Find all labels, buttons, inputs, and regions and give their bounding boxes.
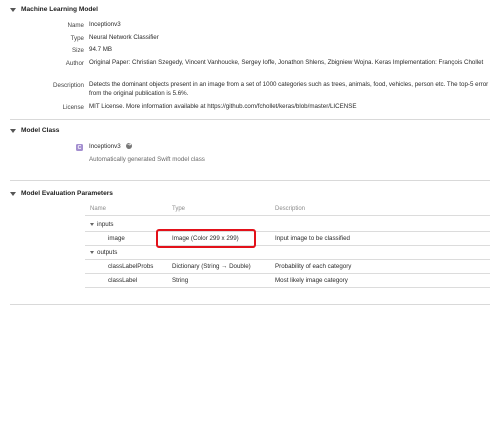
size-label: Size	[71, 47, 84, 54]
name-label: Name	[67, 22, 84, 29]
evaluation-section-header[interactable]: Model Evaluation Parameters	[10, 190, 113, 197]
column-header-description[interactable]: Description	[275, 203, 305, 215]
param-type: Dictionary (String → Double)	[172, 263, 251, 270]
jump-to-definition-icon[interactable]: ➜	[126, 143, 133, 150]
type-label: Type	[70, 35, 84, 42]
column-header-name[interactable]: Name	[90, 203, 106, 215]
outputs-group-label: outputs	[97, 249, 118, 256]
license-label: License	[62, 104, 84, 111]
model-class-section-title: Model Class	[21, 127, 60, 134]
expand-triangle-icon[interactable]	[90, 250, 94, 254]
param-name: classLabelProbs	[108, 263, 154, 270]
highlight-annotation-box	[156, 229, 256, 248]
model-class-section-header[interactable]: Model Class	[10, 127, 59, 134]
param-type: String	[172, 277, 189, 284]
swift-class-icon: C	[76, 144, 83, 151]
description-value: Detects the dominant objects present in …	[89, 81, 489, 97]
ml-model-section-header[interactable]: Machine Learning Model	[10, 6, 98, 13]
table-row[interactable]: classLabelProbs Dictionary (String → Dou…	[85, 261, 490, 274]
param-description: Input image to be classified	[275, 235, 350, 242]
section-divider	[10, 304, 490, 305]
name-value: Inceptionv3	[89, 21, 121, 28]
description-label: Description	[53, 82, 84, 89]
inputs-group-row[interactable]: inputs	[85, 219, 490, 232]
type-value: Neural Network Classifier	[89, 34, 159, 41]
section-divider	[10, 119, 490, 120]
inputs-group-label: inputs	[97, 221, 114, 228]
param-name: image	[108, 235, 125, 242]
expand-triangle-icon[interactable]	[90, 222, 94, 226]
model-class-note: Automatically generated Swift model clas…	[89, 156, 205, 163]
inputs-group[interactable]: inputs	[90, 219, 114, 231]
author-value: Original Paper: Christian Szegedy, Vince…	[89, 59, 484, 66]
column-header-type[interactable]: Type	[172, 203, 185, 215]
size-value: 94.7 MB	[89, 46, 113, 53]
table-header-row: Name Type Description	[85, 203, 490, 216]
table-row[interactable]: image Image (Color 299 x 299) Input imag…	[85, 233, 490, 246]
model-class-link[interactable]: Inceptionv3 ➜	[89, 143, 489, 152]
disclosure-triangle-icon[interactable]	[10, 191, 16, 196]
disclosure-triangle-icon[interactable]	[10, 7, 16, 12]
outputs-group-row[interactable]: outputs	[85, 247, 490, 260]
param-description: Probability of each category	[275, 263, 352, 270]
evaluation-section-title: Model Evaluation Parameters	[21, 190, 113, 197]
outputs-group[interactable]: outputs	[90, 247, 117, 259]
param-name: classLabel	[108, 277, 138, 284]
license-value: MIT License. More information available …	[89, 103, 357, 110]
section-divider	[10, 180, 490, 181]
author-label: Author	[65, 60, 84, 67]
ml-model-section-title: Machine Learning Model	[21, 6, 98, 13]
table-row[interactable]: classLabel String Most likely image cate…	[85, 275, 490, 288]
model-class-name[interactable]: Inceptionv3	[89, 143, 121, 150]
param-description: Most likely image category	[275, 277, 348, 284]
disclosure-triangle-icon[interactable]	[10, 128, 16, 133]
